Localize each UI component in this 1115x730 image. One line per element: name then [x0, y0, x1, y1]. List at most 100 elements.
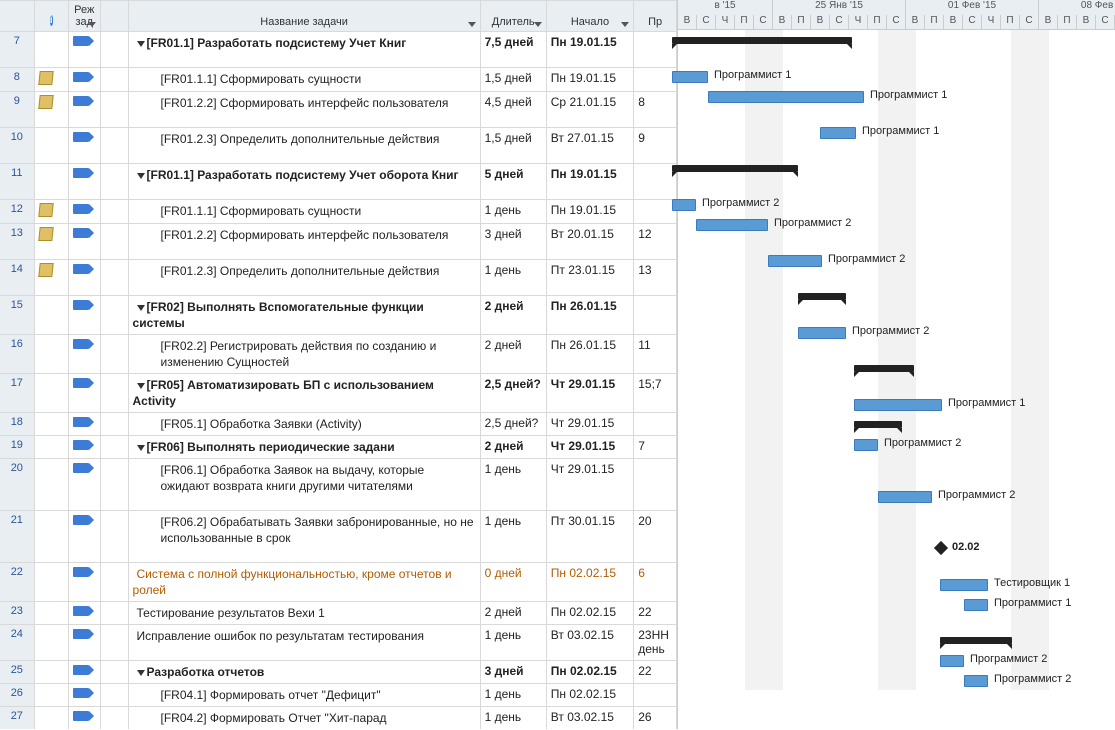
start-cell[interactable]: Вт 27.01.15 — [546, 128, 633, 164]
duration-cell[interactable]: 1,5 дней — [480, 68, 546, 92]
start-cell[interactable]: Вт 03.02.15 — [546, 625, 633, 661]
start-cell[interactable]: Пн 02.02.15 — [546, 602, 633, 625]
row-number[interactable]: 7 — [0, 32, 34, 68]
task-bar[interactable] — [854, 399, 942, 411]
row-number[interactable]: 18 — [0, 413, 34, 436]
table-row[interactable]: 24Исправление ошибок по результатам тест… — [0, 625, 677, 661]
task-name-cell[interactable]: [FR06.2] Обрабатывать Заявки забронирова… — [128, 511, 480, 563]
task-name-cell[interactable]: [FR05.1] Обработка Заявки (Activity) — [128, 413, 480, 436]
table-row[interactable]: 11[FR01.1] Разработать подсистему Учет о… — [0, 164, 677, 200]
table-row[interactable]: 26[FR04.1] Формировать отчет "Дефицит"1 … — [0, 684, 677, 707]
pred-cell[interactable] — [634, 296, 677, 335]
table-row[interactable]: 7[FR01.1] Разработать подсистему Учет Кн… — [0, 32, 677, 68]
table-row[interactable]: 18 [FR05.1] Обработка Заявки (Activity)2,… — [0, 413, 677, 436]
duration-cell[interactable]: 2 дней — [480, 602, 546, 625]
task-name-cell[interactable]: [FR02] Выполнять Вспомогательные функции… — [128, 296, 480, 335]
collapse-icon[interactable] — [137, 305, 145, 311]
table-row[interactable]: 25Разработка отчетов3 днейПн 02.02.1522 — [0, 661, 677, 684]
pred-cell[interactable] — [634, 459, 677, 511]
pred-cell[interactable]: 8 — [634, 92, 677, 128]
task-name-cell[interactable]: [FR06] Выполнять периодические задани — [128, 436, 480, 459]
task-name-cell[interactable]: [FR04.1] Формировать отчет "Дефицит" — [128, 684, 480, 707]
pred-cell[interactable]: 7 — [634, 436, 677, 459]
task-name-cell[interactable]: [FR02.2] Регистрировать действия по созд… — [128, 335, 480, 374]
task-bar[interactable] — [672, 199, 696, 211]
gantt-chart[interactable]: в '1525 Янв '1501 Фев '1508 Фев '15 ВСЧП… — [678, 0, 1115, 729]
start-cell[interactable]: Чт 29.01.15 — [546, 413, 633, 436]
start-cell[interactable]: Пн 19.01.15 — [546, 68, 633, 92]
task-name-cell[interactable]: Разработка отчетов — [128, 661, 480, 684]
duration-cell[interactable]: 1 день — [480, 260, 546, 296]
task-name-cell[interactable]: Система с полной функциональностью, кром… — [128, 563, 480, 602]
pred-cell[interactable]: 13 — [634, 260, 677, 296]
duration-cell[interactable]: 4,5 дней — [480, 92, 546, 128]
start-cell[interactable]: Пт 23.01.15 — [546, 260, 633, 296]
milestone-marker[interactable] — [934, 541, 948, 555]
pred-cell[interactable] — [634, 413, 677, 436]
task-name-cell[interactable]: Исправление ошибок по результатам тестир… — [128, 625, 480, 661]
start-cell[interactable]: Чт 29.01.15 — [546, 374, 633, 413]
task-bar[interactable] — [940, 655, 964, 667]
row-number[interactable]: 13 — [0, 224, 34, 260]
duration-cell[interactable]: 1 день — [480, 511, 546, 563]
duration-cell[interactable]: 1 день — [480, 200, 546, 224]
table-row[interactable]: 14[FR01.2.3] Определить дополнительные д… — [0, 260, 677, 296]
table-row[interactable]: 22Система с полной функциональностью, кр… — [0, 563, 677, 602]
start-cell[interactable]: Чт 29.01.15 — [546, 459, 633, 511]
summary-bar[interactable] — [854, 365, 914, 372]
pred-cell[interactable]: 6 — [634, 563, 677, 602]
start-cell[interactable]: Пн 02.02.15 — [546, 661, 633, 684]
col-mode[interactable]: Реж зад — [68, 1, 100, 32]
task-name-cell[interactable]: [FR06.1] Обработка Заявок на выдачу, кот… — [128, 459, 480, 511]
table-row[interactable]: 23Тестирование результатов Вехи 12 днейП… — [0, 602, 677, 625]
row-number[interactable]: 25 — [0, 661, 34, 684]
col-info[interactable]: i — [34, 1, 68, 32]
pred-cell[interactable] — [634, 32, 677, 68]
duration-cell[interactable]: 3 дней — [480, 224, 546, 260]
collapse-icon[interactable] — [137, 445, 145, 451]
start-cell[interactable]: Пт 30.01.15 — [546, 511, 633, 563]
task-name-cell[interactable]: [FR01.2.2] Сформировать интерфейс пользо… — [128, 92, 480, 128]
start-cell[interactable]: Пн 19.01.15 — [546, 200, 633, 224]
start-cell[interactable]: Вт 03.02.15 — [546, 707, 633, 730]
duration-cell[interactable]: 2 дней — [480, 436, 546, 459]
start-cell[interactable]: Пн 19.01.15 — [546, 164, 633, 200]
duration-cell[interactable]: 2,5 дней? — [480, 374, 546, 413]
collapse-icon[interactable] — [137, 383, 145, 389]
task-bar[interactable] — [672, 71, 708, 83]
collapse-icon[interactable] — [137, 41, 145, 47]
task-grid[interactable]: i Реж зад Название задачи Длитель Начало… — [0, 0, 678, 729]
duration-cell[interactable]: 1 день — [480, 459, 546, 511]
row-number[interactable]: 27 — [0, 707, 34, 730]
task-name-cell[interactable]: [FR01.2.3] Определить дополнительные дей… — [128, 260, 480, 296]
col-pred[interactable]: Пр — [634, 1, 677, 32]
row-number[interactable]: 17 — [0, 374, 34, 413]
task-bar[interactable] — [798, 327, 846, 339]
start-cell[interactable]: Вт 20.01.15 — [546, 224, 633, 260]
duration-cell[interactable]: 2,5 дней? — [480, 413, 546, 436]
col-taskname[interactable]: Название задачи — [128, 1, 480, 32]
task-bar[interactable] — [854, 439, 878, 451]
duration-cell[interactable]: 2 дней — [480, 335, 546, 374]
table-row[interactable]: 21[FR06.2] Обрабатывать Заявки заброниро… — [0, 511, 677, 563]
summary-bar[interactable] — [672, 37, 852, 44]
table-row[interactable]: 27[FR04.2] Формировать Отчет "Хит-парад1… — [0, 707, 677, 730]
col-indicator[interactable] — [100, 1, 128, 32]
table-row[interactable]: 17[FR05] Автоматизировать БП с использов… — [0, 374, 677, 413]
col-rownum[interactable] — [0, 1, 34, 32]
row-number[interactable]: 19 — [0, 436, 34, 459]
task-bar[interactable] — [696, 219, 768, 231]
row-number[interactable]: 15 — [0, 296, 34, 335]
col-duration[interactable]: Длитель — [480, 1, 546, 32]
col-start[interactable]: Начало — [546, 1, 633, 32]
duration-cell[interactable]: 1 день — [480, 707, 546, 730]
pred-cell[interactable]: 12 — [634, 224, 677, 260]
duration-cell[interactable]: 0 дней — [480, 563, 546, 602]
summary-bar[interactable] — [940, 637, 1012, 644]
task-bar[interactable] — [708, 91, 864, 103]
table-row[interactable]: 16[FR02.2] Регистрировать действия по со… — [0, 335, 677, 374]
table-row[interactable]: 20[FR06.1] Обработка Заявок на выдачу, к… — [0, 459, 677, 511]
start-cell[interactable]: Чт 29.01.15 — [546, 436, 633, 459]
summary-bar[interactable] — [672, 165, 798, 172]
row-number[interactable]: 12 — [0, 200, 34, 224]
